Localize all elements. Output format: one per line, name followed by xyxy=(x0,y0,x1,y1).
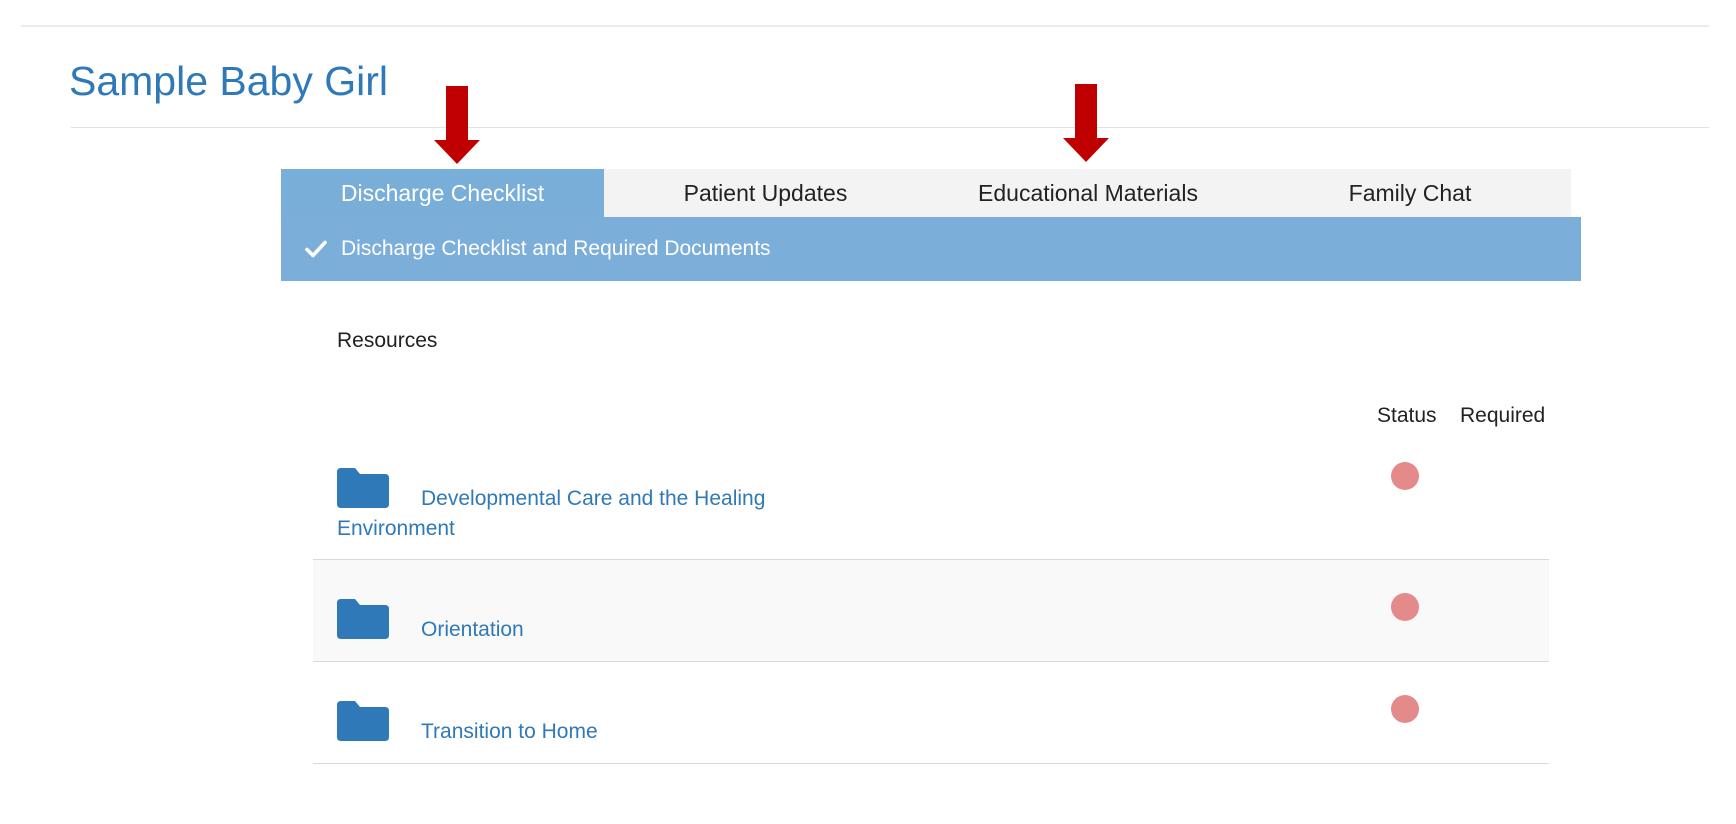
tab-label: Family Chat xyxy=(1348,179,1472,206)
resource-row: Transition to Home xyxy=(313,662,1549,764)
tab-bar: Discharge Checklist Patient Updates Educ… xyxy=(281,169,1571,217)
folder-icon xyxy=(337,599,389,639)
status-indicator xyxy=(1391,695,1419,723)
section-header[interactable]: Discharge Checklist and Required Documen… xyxy=(281,217,1581,281)
resource-link-transition-to-home[interactable]: Transition to Home xyxy=(421,717,598,747)
tab-educational-materials[interactable]: Educational Materials xyxy=(927,169,1249,217)
down-arrow-icon xyxy=(434,86,480,164)
tab-label: Discharge Checklist xyxy=(340,179,545,206)
status-indicator xyxy=(1391,462,1419,490)
check-icon xyxy=(305,238,329,260)
status-indicator xyxy=(1391,593,1419,621)
status-column-header: Status xyxy=(1377,404,1437,427)
required-column-header: Required xyxy=(1460,404,1546,427)
tab-label: Educational Materials xyxy=(978,179,1198,206)
top-divider xyxy=(21,25,1709,27)
page-title: Sample Baby Girl xyxy=(69,58,389,104)
tab-label: Patient Updates xyxy=(683,179,848,206)
tab-patient-updates[interactable]: Patient Updates xyxy=(604,169,927,217)
tab-family-chat[interactable]: Family Chat xyxy=(1249,169,1571,217)
resource-row: Developmental Care and the Healing Envir… xyxy=(313,449,1549,560)
folder-icon xyxy=(337,701,389,741)
resource-link-orientation[interactable]: Orientation xyxy=(421,615,524,645)
resource-row: Orientation xyxy=(313,560,1549,662)
resource-link-developmental-care[interactable]: Developmental Care and the Healing Envir… xyxy=(337,484,797,544)
down-arrow-icon xyxy=(1063,84,1109,162)
section-title: Discharge Checklist and Required Documen… xyxy=(341,237,771,260)
resources-heading: Resources xyxy=(337,329,438,352)
tab-discharge-checklist[interactable]: Discharge Checklist xyxy=(281,169,604,217)
title-divider xyxy=(71,127,1709,128)
